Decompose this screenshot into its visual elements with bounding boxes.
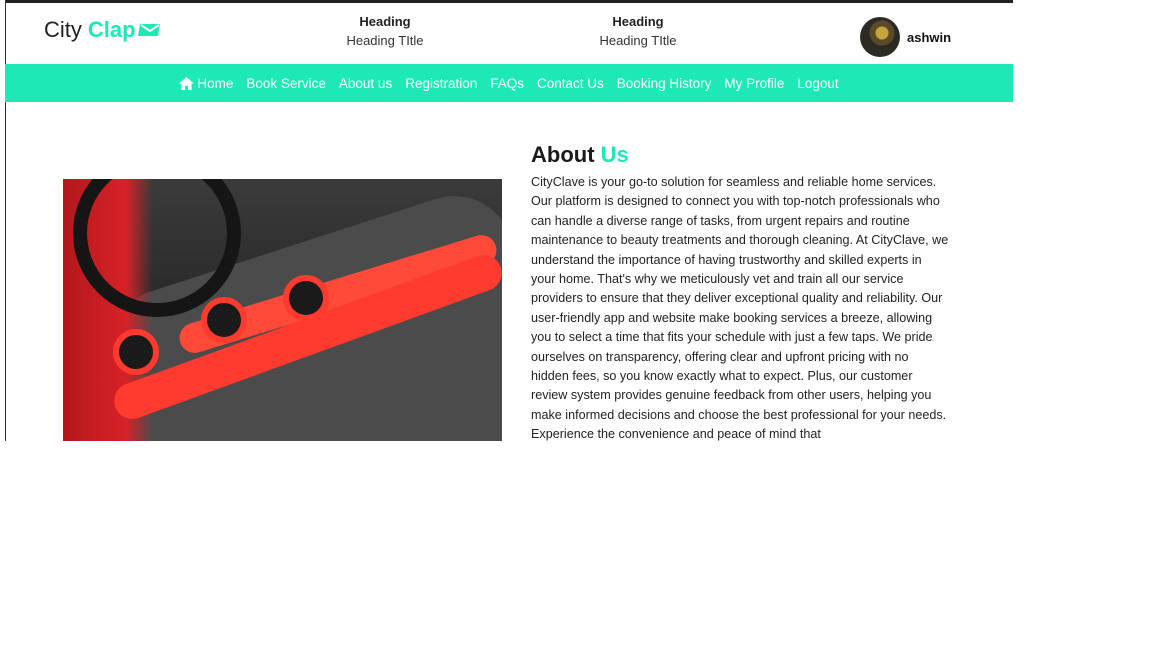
header-block-title: Heading TItle <box>599 33 677 48</box>
nav-item-about-us[interactable]: About us <box>339 76 392 91</box>
nav-item-contact-us[interactable]: Contact Us <box>537 76 604 91</box>
site-header: City Clap Heading Heading TItle Heading … <box>5 3 1013 64</box>
header-block-heading: Heading <box>359 14 411 29</box>
nav-item-logout[interactable]: Logout <box>797 76 838 91</box>
main-nav: Home Book Service About us Registration … <box>5 64 1013 102</box>
image-ratchet-head <box>201 297 247 343</box>
home-icon <box>179 76 195 90</box>
nav-item-booking-history[interactable]: Booking History <box>617 76 712 91</box>
about-image <box>63 179 502 441</box>
nav-item-home[interactable]: Home <box>179 76 233 91</box>
nav-item-my-profile[interactable]: My Profile <box>724 76 784 91</box>
brand-logo[interactable]: City Clap <box>44 17 162 43</box>
nav-item-registration[interactable]: Registration <box>405 76 477 91</box>
image-ratchet-head <box>113 329 159 375</box>
header-block-2: Heading Heading TItle <box>568 13 708 51</box>
nav-item-faqs[interactable]: FAQs <box>490 76 524 91</box>
about-title-main: About <box>531 142 595 167</box>
about-paragraph: CityClave is your go-to solution for sea… <box>531 175 949 441</box>
about-title: About Us <box>531 141 949 169</box>
image-ratchet-head <box>283 275 329 321</box>
brand-clap: Clap <box>87 17 136 42</box>
avatar[interactable] <box>860 17 900 57</box>
nav-item-book-service[interactable]: Book Service <box>246 76 326 91</box>
about-section: About Us CityClave is your go-to solutio… <box>531 141 949 441</box>
user-menu[interactable]: ashwin <box>860 17 951 57</box>
about-title-accent: Us <box>600 142 629 167</box>
header-block-title: Heading TItle <box>346 33 424 48</box>
nav-item-label: Home <box>197 75 234 91</box>
envelope-icon <box>137 24 160 36</box>
user-name: ashwin <box>907 29 952 45</box>
header-block-heading: Heading <box>612 14 664 29</box>
brand-city: City <box>44 17 82 42</box>
header-block-1: Heading Heading TItle <box>315 13 455 51</box>
page-frame: City Clap Heading Heading TItle Heading … <box>5 0 1013 441</box>
